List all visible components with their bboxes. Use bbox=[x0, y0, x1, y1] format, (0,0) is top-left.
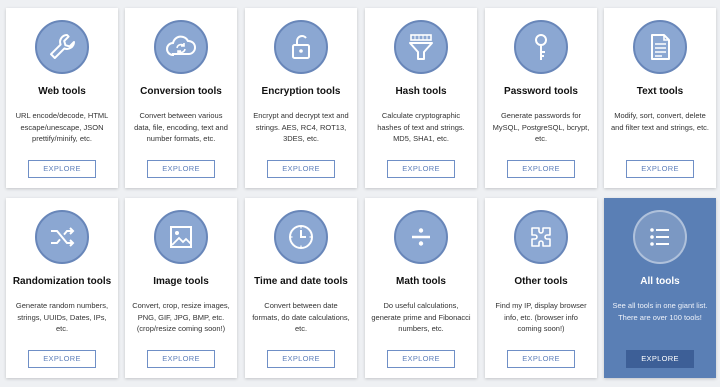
card-description: Convert, crop, resize images, PNG, GIF, … bbox=[132, 301, 230, 333]
card-other-tools: Other tools Find my IP, display browser … bbox=[485, 198, 597, 378]
lock-icon bbox=[274, 20, 328, 74]
card-description: See all tools in one giant list. There a… bbox=[612, 301, 708, 322]
card-title: Time and date tools bbox=[254, 276, 348, 287]
explore-button[interactable]: EXPLORE bbox=[387, 160, 455, 178]
card-image-tools: Image tools Convert, crop, resize images… bbox=[125, 198, 237, 378]
explore-button[interactable]: EXPLORE bbox=[507, 350, 575, 368]
card-description: Generate passwords for MySQL, PostgreSQL… bbox=[492, 111, 590, 143]
card-math-tools: Math tools Do useful calculations, gener… bbox=[365, 198, 477, 378]
explore-button[interactable]: EXPLORE bbox=[626, 160, 694, 178]
divide-icon bbox=[394, 210, 448, 264]
clock-icon bbox=[274, 210, 328, 264]
card-title: Conversion tools bbox=[140, 86, 222, 97]
image-icon bbox=[154, 210, 208, 264]
card-description: Convert between date formats, do date ca… bbox=[252, 301, 350, 333]
explore-button[interactable]: EXPLORE bbox=[387, 350, 455, 368]
explore-button[interactable]: EXPLORE bbox=[28, 160, 96, 178]
card-description: URL encode/decode, HTML escape/unescape,… bbox=[15, 111, 109, 143]
funnel-icon bbox=[394, 20, 448, 74]
explore-button[interactable]: EXPLORE bbox=[147, 350, 215, 368]
puzzle-icon bbox=[514, 210, 568, 264]
wrench-icon bbox=[35, 20, 89, 74]
card-title: Text tools bbox=[636, 86, 684, 97]
explore-button[interactable]: EXPLORE bbox=[626, 350, 694, 368]
card-title: Web tools bbox=[38, 86, 86, 97]
card-description: Generate random numbers, strings, UUIDs,… bbox=[15, 301, 109, 333]
card-description: Encrypt and decrypt text and strings. AE… bbox=[253, 111, 349, 143]
explore-button[interactable]: EXPLORE bbox=[267, 350, 335, 368]
tools-grid: Web tools URL encode/decode, HTML escape… bbox=[0, 0, 720, 387]
card-title: Hash tools bbox=[395, 86, 447, 97]
card-description: Convert between various data, file, enco… bbox=[134, 111, 228, 143]
card-randomization-tools: Randomization tools Generate random numb… bbox=[6, 198, 118, 378]
list-icon bbox=[633, 210, 687, 264]
card-description: Modify, sort, convert, delete and filter… bbox=[611, 111, 709, 132]
card-title: Randomization tools bbox=[12, 276, 112, 287]
key-icon bbox=[514, 20, 568, 74]
card-description: Find my IP, display browser info, etc. (… bbox=[495, 301, 587, 333]
card-time-and-date-tools: Time and date tools Convert between date… bbox=[245, 198, 357, 378]
explore-button[interactable]: EXPLORE bbox=[267, 160, 335, 178]
shuffle-icon bbox=[35, 210, 89, 264]
card-description: Calculate cryptographic hashes of text a… bbox=[377, 111, 465, 143]
document-icon bbox=[633, 20, 687, 74]
card-title: Image tools bbox=[153, 276, 209, 287]
cloud-sync-icon bbox=[154, 20, 208, 74]
card-title: All tools bbox=[640, 276, 680, 287]
card-all-tools: All tools See all tools in one giant lis… bbox=[604, 198, 716, 378]
explore-button[interactable]: EXPLORE bbox=[507, 160, 575, 178]
card-web-tools: Web tools URL encode/decode, HTML escape… bbox=[6, 8, 118, 188]
explore-button[interactable]: EXPLORE bbox=[147, 160, 215, 178]
card-text-tools: Text tools Modify, sort, convert, delete… bbox=[604, 8, 716, 188]
card-hash-tools: Hash tools Calculate cryptographic hashe… bbox=[365, 8, 477, 188]
card-conversion-tools: Conversion tools Convert between various… bbox=[125, 8, 237, 188]
explore-button[interactable]: EXPLORE bbox=[28, 350, 96, 368]
card-password-tools: Password tools Generate passwords for My… bbox=[485, 8, 597, 188]
card-encryption-tools: Encryption tools Encrypt and decrypt tex… bbox=[245, 8, 357, 188]
card-title: Other tools bbox=[514, 276, 568, 287]
card-title: Password tools bbox=[504, 86, 578, 97]
card-title: Encryption tools bbox=[261, 86, 341, 97]
card-description: Do useful calculations, generate prime a… bbox=[371, 301, 471, 333]
card-title: Math tools bbox=[396, 276, 446, 287]
